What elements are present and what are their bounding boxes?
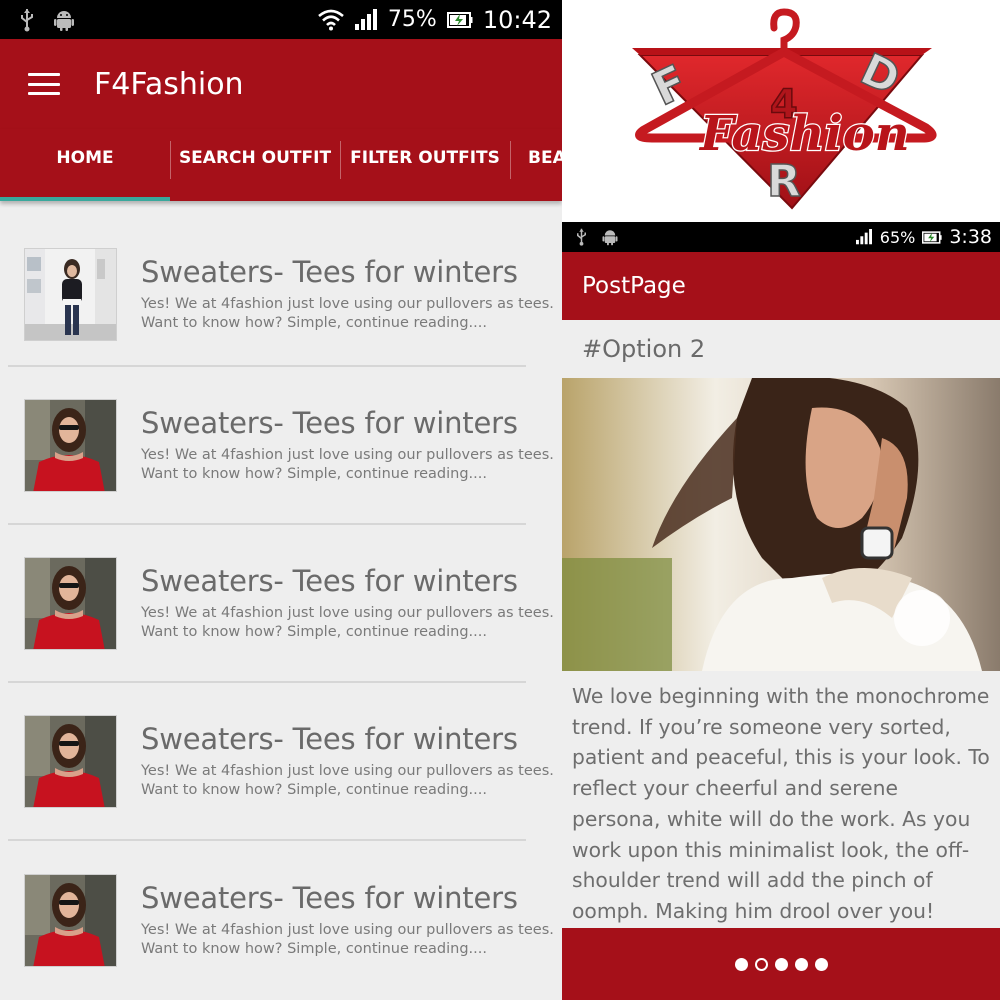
signal-icon xyxy=(354,8,378,31)
svg-text:R: R xyxy=(767,156,801,207)
battery-charging-icon xyxy=(922,230,942,244)
post-title: Sweaters- Tees for winters xyxy=(141,564,518,598)
menu-icon[interactable] xyxy=(28,73,60,95)
pager-bar xyxy=(562,928,1000,1000)
post-thumbnail xyxy=(24,556,117,650)
post-card[interactable]: Sweaters- Tees for winters Yes! We at 4f… xyxy=(8,841,554,999)
app-bar: F4Fashion xyxy=(0,39,562,129)
signal-icon xyxy=(855,229,873,245)
tab-filter-outfits[interactable]: FILTER OUTFITS xyxy=(340,129,510,201)
usb-icon xyxy=(576,228,587,246)
battery-percent: 65% xyxy=(879,227,916,247)
app-bar: PostPage xyxy=(562,252,1000,320)
post-page-screen: 65% 3:38 PostPage #Option 2 We love begi… xyxy=(562,222,1000,1000)
tab-beauty[interactable]: BEA xyxy=(510,129,562,201)
post-excerpt: Yes! We at 4fashion just love using our … xyxy=(141,605,554,640)
tab-search-outfit[interactable]: SEARCH OUTFIT xyxy=(170,129,340,201)
f4fashion-logo: F 4 R D Fashion xyxy=(562,0,1000,222)
post-excerpt: Yes! We at 4fashion just love using our … xyxy=(141,763,554,798)
battery-percent: 75% xyxy=(387,7,437,32)
page-dot-2-current[interactable] xyxy=(754,957,768,971)
post-excerpt: Yes! We at 4fashion just love using our … xyxy=(141,447,554,482)
post-thumbnail xyxy=(24,873,117,967)
home-screen: 75% 10:42 F4Fashion HOME SEARCH OUTFIT F… xyxy=(0,0,562,1000)
post-card[interactable]: Sweaters- Tees for winters Yes! We at 4f… xyxy=(8,223,554,367)
usb-icon xyxy=(20,8,34,32)
screenshot-collage: 75% 10:42 F4Fashion HOME SEARCH OUTFIT F… xyxy=(0,0,1000,1000)
android-icon xyxy=(601,228,619,246)
app-title: F4Fashion xyxy=(94,66,244,102)
post-excerpt: Yes! We at 4fashion just love using our … xyxy=(141,296,554,331)
post-thumbnail xyxy=(24,714,117,808)
post-excerpt: Yes! We at 4fashion just love using our … xyxy=(141,922,554,957)
page-title: PostPage xyxy=(582,273,686,299)
option-heading: #Option 2 xyxy=(582,335,706,363)
post-body: We love beginning with the monochrome tr… xyxy=(572,684,990,923)
tab-home[interactable]: HOME xyxy=(0,129,170,201)
svg-text:Fashion: Fashion xyxy=(698,106,910,162)
status-time: 3:38 xyxy=(949,226,992,248)
post-title: Sweaters- Tees for winters xyxy=(141,881,518,915)
post-list: Sweaters- Tees for winters Yes! We at 4f… xyxy=(0,223,562,999)
status-time: 10:42 xyxy=(482,5,552,34)
page-dot-1[interactable] xyxy=(734,957,748,971)
status-bar: 65% 3:38 xyxy=(562,222,1000,252)
post-card[interactable]: Sweaters- Tees for winters Yes! We at 4f… xyxy=(8,367,554,525)
page-dot-3[interactable] xyxy=(774,957,788,971)
tab-bar: HOME SEARCH OUTFIT FILTER OUTFITS BEA xyxy=(0,129,562,201)
battery-charging-icon xyxy=(446,11,473,28)
post-hero-image xyxy=(562,378,1000,671)
post-title: Sweaters- Tees for winters xyxy=(141,255,518,289)
page-dot-4[interactable] xyxy=(794,957,808,971)
post-card[interactable]: Sweaters- Tees for winters Yes! We at 4f… xyxy=(8,683,554,841)
status-bar: 75% 10:42 xyxy=(0,0,562,39)
page-dot-5[interactable] xyxy=(814,957,828,971)
post-title: Sweaters- Tees for winters xyxy=(141,722,518,756)
post-card[interactable]: Sweaters- Tees for winters Yes! We at 4f… xyxy=(8,525,554,683)
wifi-icon xyxy=(318,9,344,31)
post-thumbnail xyxy=(24,398,117,492)
post-title: Sweaters- Tees for winters xyxy=(141,406,518,440)
post-thumbnail xyxy=(24,247,117,341)
android-icon xyxy=(52,8,76,32)
